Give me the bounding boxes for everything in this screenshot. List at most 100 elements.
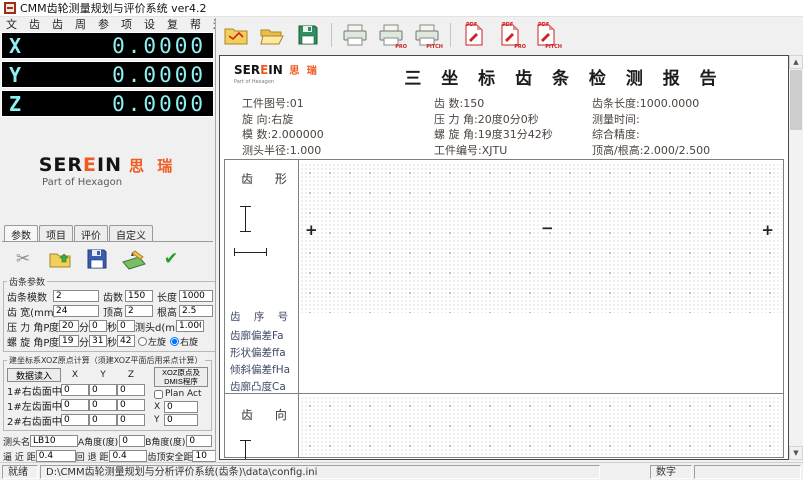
tip-label: 顶高: [103, 307, 123, 319]
form-deviation-label: 形状偏差ffa: [230, 347, 286, 359]
report-toolbar: PRO PITCH PDF PDF PRO PDF PITCH: [221, 20, 562, 50]
pressure-deg-input[interactable]: [59, 320, 79, 332]
xoz-origin-button[interactable]: XOZ原点及DMIS程序: [154, 367, 208, 387]
retract-label: 回 退 距: [75, 452, 109, 463]
tab-custom[interactable]: 自定义: [109, 225, 153, 242]
scroll-thumb[interactable]: [790, 70, 802, 130]
pdf-all-button[interactable]: PDF: [459, 22, 489, 49]
menu-project[interactable]: 项目: [115, 18, 138, 44]
new-report-button[interactable]: [221, 22, 251, 49]
safety-input[interactable]: [192, 450, 215, 462]
probe-d-input[interactable]: [176, 320, 204, 332]
menu-params[interactable]: 参数: [92, 18, 115, 44]
coord-sys-group: 建坐标系XOZ原点计算（须建XOZ平面后用采点计算） 数据读入 X Y Z 1#…: [3, 355, 212, 431]
gear-params-group: 齿条参数 齿条模数 齿数 长度 齿 宽(mm) 顶高 根高 压 力 角P 度 分…: [3, 275, 215, 352]
status-numlock: 数字: [650, 465, 692, 479]
pdf-word: PDF: [538, 21, 550, 28]
data-read-button[interactable]: 数据读入: [7, 367, 61, 382]
menu-reset[interactable]: 复位: [161, 18, 184, 44]
deg-label: 度: [49, 322, 59, 334]
menu-pitch[interactable]: 周节: [69, 18, 92, 44]
menu-flank[interactable]: 齿向: [46, 18, 69, 44]
pdf-pitch-button[interactable]: PDF PITCH: [531, 21, 562, 49]
confirm-button[interactable]: ✔: [156, 246, 186, 272]
toolbar-separator: [450, 23, 451, 47]
tab-evaluate[interactable]: 评价: [74, 225, 108, 242]
menu-profile[interactable]: 齿形: [23, 18, 46, 44]
serein-logo: SEREIN 思 瑞 Part of Hexagon: [0, 119, 215, 223]
logo-cn-text: 思 瑞: [129, 157, 177, 175]
retract-input[interactable]: [109, 450, 148, 462]
scroll-down-arrow[interactable]: ▼: [789, 446, 803, 460]
min-label: 分: [79, 322, 89, 334]
origin-y-input[interactable]: [164, 414, 198, 426]
plan-act-checkbox[interactable]: Plan Act: [154, 388, 208, 400]
coord-row1-x[interactable]: [61, 384, 89, 396]
tab-project[interactable]: 项目: [39, 225, 73, 242]
coord-row3-x[interactable]: [61, 414, 89, 426]
menu-file[interactable]: 文件: [0, 18, 23, 44]
open-report-button[interactable]: [257, 22, 287, 49]
pressure-sec-input[interactable]: [117, 320, 135, 332]
a-angle-input[interactable]: [119, 435, 146, 447]
module-input[interactable]: [53, 290, 99, 302]
probe-name-input[interactable]: [30, 435, 79, 447]
pdf-profile-button[interactable]: PDF PRO: [495, 22, 526, 50]
b-angle-input[interactable]: [186, 435, 213, 447]
left-panel: X 0.0000 Y 0.0000 Z 0.0000 SEREIN 思 瑞 Pa…: [0, 31, 215, 462]
root-input[interactable]: [179, 305, 213, 317]
coord-row1-y[interactable]: [89, 384, 117, 396]
coord-row2-x[interactable]: [61, 399, 89, 411]
coord-row3-y[interactable]: [89, 414, 117, 426]
save-report-button[interactable]: [293, 22, 323, 49]
tip-input[interactable]: [125, 305, 153, 317]
dro-y-label: Y: [9, 62, 22, 87]
import-button[interactable]: [45, 246, 75, 272]
helix-sec-input[interactable]: [117, 335, 135, 347]
coord-row2-y[interactable]: [89, 399, 117, 411]
marker-minus-center: −: [541, 219, 554, 237]
print-profile-button[interactable]: PRO: [376, 22, 407, 49]
min-label2: 分: [79, 337, 89, 349]
coord-row3-z[interactable]: [117, 414, 145, 426]
left-hand-radio[interactable]: 左旋: [138, 335, 166, 348]
gear-params-legend: 齿条参数: [9, 278, 46, 288]
scroll-up-arrow[interactable]: ▲: [789, 55, 803, 69]
menu-help[interactable]: 帮助: [184, 18, 207, 44]
status-bar: 就绪 D:\CMM齿轮测量规划与分析评价系统(齿条)\data\config.i…: [0, 462, 803, 480]
teeth-label: 齿数: [103, 292, 123, 304]
teeth-input[interactable]: [125, 290, 153, 302]
coord-row1-z[interactable]: [117, 384, 145, 396]
tooth-index-label: 齿 序 号: [230, 311, 294, 323]
print-all-button[interactable]: [340, 22, 370, 49]
logo-text: SEREIN: [38, 154, 123, 176]
coord-row2-z[interactable]: [117, 399, 145, 411]
col-x-header: X: [71, 369, 79, 380]
helix-deg-input[interactable]: [59, 335, 79, 347]
folder-import-icon: [49, 253, 71, 268]
edit-plan-button[interactable]: [119, 246, 149, 272]
approach-input[interactable]: [35, 450, 76, 462]
helix-min-input[interactable]: [89, 335, 107, 347]
pressure-min-input[interactable]: [89, 320, 107, 332]
report-scrollbar[interactable]: ▲ ▼: [789, 55, 803, 460]
length-input[interactable]: [179, 290, 213, 302]
plan-act-label: Plan Act: [165, 389, 202, 399]
tab-params[interactable]: 参数: [4, 225, 38, 242]
module-label: 齿条模数: [7, 292, 47, 304]
origin-x-input[interactable]: [164, 401, 198, 413]
report-page: SEREIN 思 瑞 Part of Hexagon 三 坐 标 齿 条 检 测…: [219, 55, 789, 460]
right-hand-radio[interactable]: 右旋: [170, 335, 198, 348]
pdf-profile-tag: PRO: [514, 43, 526, 50]
info-cell: 旋 向:右旋: [242, 112, 294, 126]
marker-plus-right: +: [761, 221, 774, 239]
helix-angle-label: 螺 旋 角P: [7, 337, 50, 349]
print-pitch-button[interactable]: PITCH: [412, 22, 443, 49]
left-hand-label: 左旋: [148, 337, 167, 348]
width-input[interactable]: [53, 305, 99, 317]
title-bar: CMM齿轮测量规划与评价系统 ver4.2: [0, 0, 803, 17]
cut-button[interactable]: ✂: [8, 246, 38, 272]
info-cell: 模 数:2.000000: [242, 128, 324, 141]
save-params-button[interactable]: [82, 246, 112, 272]
menu-settings[interactable]: 设置: [138, 18, 161, 44]
